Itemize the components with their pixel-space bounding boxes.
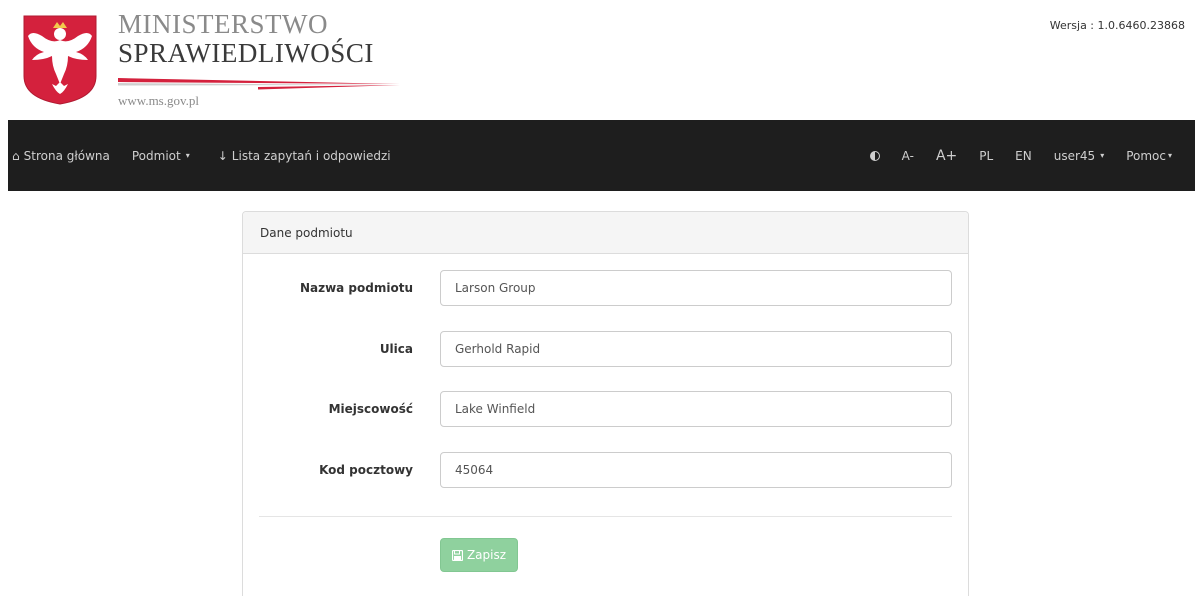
postal-code-input[interactable] [440,452,952,488]
help-label: Pomoc [1126,148,1166,163]
contrast-toggle[interactable] [859,120,891,191]
flag-stripe [118,78,400,90]
polish-eagle-emblem [23,15,97,105]
form-row-postal: Kod pocztowy [243,452,970,488]
nav-left-group: ⌂ Strona główna Podmiot ▾ ↓ Lista zapyta… [8,120,399,191]
entity-name-input[interactable] [440,270,952,306]
nav-questions-label: Lista zapytań i odpowiedzi [231,148,391,163]
main-navbar: ⌂ Strona główna Podmiot ▾ ↓ Lista zapyta… [8,120,1195,191]
form-row-city: Miejscowość [243,391,970,427]
user-menu-dropdown[interactable]: user45 ▾ [1043,120,1115,191]
floppy-disk-icon [451,549,463,561]
home-icon: ⌂ [12,148,20,163]
entity-name-label: Nazwa podmiotu [299,281,413,295]
user-name: user45 [1053,148,1096,163]
form-row-name: Nazwa podmiotu [243,270,970,306]
save-button-label: Zapisz [466,548,507,562]
logo-line1: MINISTERSTWO [118,9,328,39]
street-input[interactable] [440,331,952,367]
chevron-down-icon: ▾ [185,151,190,160]
city-label: Miejscowość [328,402,413,416]
help-menu-dropdown[interactable]: Pomoc ▾ [1115,120,1183,191]
nav-questions-list[interactable]: ↓ Lista zapytań i odpowiedzi [210,120,399,191]
font-larger-button[interactable]: A+ [925,120,968,191]
ministry-url[interactable]: www.ms.gov.pl [118,93,199,109]
sort-numeric-icon: ↓ [217,148,228,163]
page-header: MINISTERSTWO SPRAWIEDLIWOŚCI www.ms.gov.… [0,0,1195,120]
contrast-icon [869,150,880,161]
city-input[interactable] [440,391,952,427]
postal-code-label: Kod pocztowy [319,463,413,477]
lang-pl-button[interactable]: PL [968,120,1004,191]
entity-data-panel: Dane podmiotu Nazwa podmiotu Ulica Miejs… [242,211,969,596]
form-divider [259,516,952,517]
form-row-street: Ulica [243,331,970,367]
caret-down-icon: ▾ [1100,151,1105,160]
save-button[interactable]: Zapisz [440,538,518,572]
panel-heading: Dane podmiotu [243,212,968,254]
nav-right-group: A- A+ PL EN user45 ▾ Pomoc ▾ [859,120,1195,191]
font-smaller-button[interactable]: A- [891,120,925,191]
nav-podmiot-dropdown[interactable]: Podmiot ▾ [124,120,198,191]
version-info: Wersja : 1.0.6460.23868 [1049,19,1185,32]
nav-home-label: Strona główna [23,148,110,163]
street-label: Ulica [379,342,413,356]
nav-podmiot-label: Podmiot [131,148,181,163]
logo-line2: SPRAWIEDLIWOŚCI [118,38,374,68]
caret-down-icon: ▾ [1167,151,1172,160]
ministry-logo[interactable]: MINISTERSTWO SPRAWIEDLIWOŚCI [118,10,374,68]
lang-en-button[interactable]: EN [1004,120,1043,191]
nav-home[interactable]: ⌂ Strona główna [8,120,118,191]
